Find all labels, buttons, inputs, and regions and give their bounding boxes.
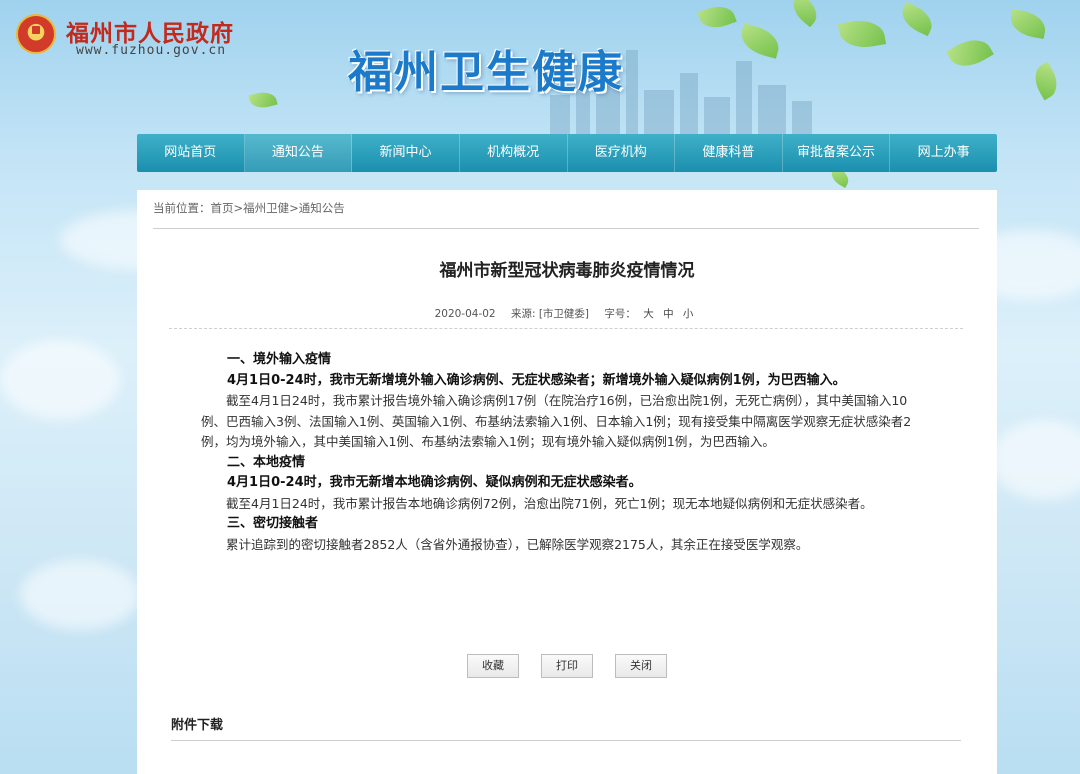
breadcrumb-prefix: 当前位置： xyxy=(153,201,211,215)
font-size-small[interactable]: 小 xyxy=(683,308,694,320)
article-meta: 2020-04-02 来源: [市卫健委] 字号： 大 中 小 xyxy=(137,306,997,321)
dashed-divider xyxy=(169,328,963,329)
nav-item-home[interactable]: 网站首页 xyxy=(137,134,245,172)
main-nav: 网站首页 通知公告 新闻中心 机构概况 医疗机构 健康科普 审批备案公示 网上办… xyxy=(137,134,997,172)
font-size-label: 字号： xyxy=(604,308,636,320)
bold-paragraph: 4月1日0-24时，我市无新增境外输入确诊病例、无症状感染者；新增境外输入疑似病… xyxy=(227,372,846,388)
nav-item-approval-disclosure[interactable]: 审批备案公示 xyxy=(783,134,891,172)
breadcrumb-link-fuzhou-health[interactable]: 福州卫健 xyxy=(243,201,289,215)
article-source: 来源: [市卫健委] xyxy=(510,308,590,320)
nav-item-online-services[interactable]: 网上办事 xyxy=(890,134,997,172)
paragraph: 截至4月1日24时，我市累计报告境外输入确诊病例17例（在院治疗16例，已治愈出… xyxy=(201,393,912,449)
content-panel: 当前位置：首页>福州卫健>通知公告 福州市新型冠状病毒肺炎疫情情况 2020-0… xyxy=(137,190,997,774)
nav-item-notices[interactable]: 通知公告 xyxy=(244,134,353,172)
publish-date: 2020-04-02 xyxy=(434,308,496,320)
section-heading: 三、密切接触者 xyxy=(227,516,319,531)
breadcrumb: 当前位置：首页>福州卫健>通知公告 xyxy=(153,200,345,216)
article-actions: 收藏 打印 关闭 xyxy=(467,654,667,678)
bold-paragraph: 4月1日0-24时，我市无新增本地确诊病例、疑似病例和无症状感染者。 xyxy=(227,475,642,490)
collect-button[interactable]: 收藏 xyxy=(467,654,519,678)
divider xyxy=(171,740,961,741)
font-size-medium[interactable]: 中 xyxy=(663,308,674,320)
nav-item-news[interactable]: 新闻中心 xyxy=(352,134,460,172)
breadcrumb-link-home[interactable]: 首页 xyxy=(211,201,234,215)
banner-title: 福州卫生健康 xyxy=(348,47,624,98)
nav-item-health-education[interactable]: 健康科普 xyxy=(675,134,783,172)
font-size-large[interactable]: 大 xyxy=(643,308,654,320)
paragraph: 累计追踪到的密切接触者2852人（含省外通报协查），已解除医学观察2175人，其… xyxy=(226,536,809,552)
close-button[interactable]: 关闭 xyxy=(615,654,667,678)
breadcrumb-separator: > xyxy=(233,201,244,215)
article-body: 一、境外输入疫情 4月1日0-24时，我市无新增境外输入确诊病例、无症状感染者；… xyxy=(201,350,925,555)
section-heading: 二、本地疫情 xyxy=(227,454,306,470)
breadcrumb-link-notices[interactable]: 通知公告 xyxy=(299,201,345,215)
section-heading: 一、境外输入疫情 xyxy=(227,352,332,367)
nav-item-about[interactable]: 机构概况 xyxy=(460,134,568,172)
attachments-heading: 附件下载 xyxy=(171,718,224,733)
breadcrumb-separator: > xyxy=(289,201,299,215)
print-button[interactable]: 打印 xyxy=(541,654,593,678)
nav-item-medical-institutions[interactable]: 医疗机构 xyxy=(568,134,676,172)
article-title: 福州市新型冠状病毒肺炎疫情情况 xyxy=(439,261,695,281)
paragraph: 截至4月1日24时，我市累计报告本地确诊病例72例，治愈出院71例，死亡1例；现… xyxy=(226,495,873,511)
divider xyxy=(153,228,979,229)
national-emblem-icon[interactable] xyxy=(16,14,56,54)
site-url[interactable]: www.fuzhou.gov.cn xyxy=(76,43,226,58)
